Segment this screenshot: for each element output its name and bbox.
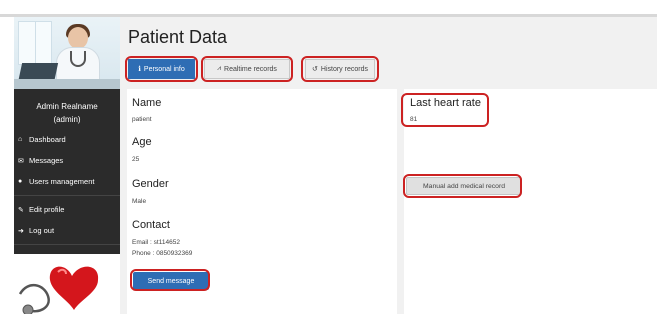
sidebar-nav: ⌂ Dashboard ✉ Messages ● Users managemen… xyxy=(14,129,120,248)
sidebar-item-log-out[interactable]: ➜ Log out xyxy=(14,220,120,241)
tab-label: History records xyxy=(320,65,368,73)
sidebar-item-dashboard[interactable]: ⌂ Dashboard xyxy=(14,129,120,150)
gender-value: Male xyxy=(132,198,147,205)
tab-personal-info[interactable]: ℹ Personal info xyxy=(128,59,195,79)
personal-info-panel: Name patient Age 25 Gender Male Contact … xyxy=(127,89,397,314)
doctor-photo xyxy=(14,17,120,89)
user-profile: Admin Realname (admin) xyxy=(14,100,120,126)
sidebar-item-label: Messages xyxy=(29,156,64,165)
phone-value: Phone : 0850932369 xyxy=(132,250,193,257)
age-value: 25 xyxy=(132,156,140,163)
name-value: patient xyxy=(132,116,152,123)
heart-rate-panel: Last heart rate 81 Manual add medical re… xyxy=(404,89,657,314)
info-icon: ℹ xyxy=(138,66,141,73)
users-icon: ● xyxy=(18,178,23,185)
sidebar-item-label: Dashboard xyxy=(29,135,66,144)
sidebar-item-edit-profile[interactable]: ✎ Edit profile xyxy=(14,199,120,220)
history-icon: ↺ xyxy=(312,66,318,73)
gender-label: Gender xyxy=(132,178,169,190)
user-name: Admin Realname xyxy=(36,102,98,111)
name-label: Name xyxy=(132,97,162,109)
last-heart-rate-label: Last heart rate xyxy=(410,97,481,109)
tab-history-records[interactable]: ↺ History records xyxy=(305,59,375,79)
sidebar-item-label: Log out xyxy=(29,226,55,235)
sidebar: Admin Realname (admin) ⌂ Dashboard ✉ Mes… xyxy=(14,17,120,314)
heart-stethoscope-image xyxy=(14,254,120,314)
wrench-icon: ✎ xyxy=(18,206,24,214)
home-icon: ⌂ xyxy=(18,136,23,143)
sidebar-divider xyxy=(14,244,120,245)
page-title: Patient Data xyxy=(128,27,228,47)
sidebar-item-label: Edit profile xyxy=(29,205,65,214)
line-chart-icon: ⩘ xyxy=(217,65,222,72)
manual-add-record-button[interactable]: Manual add medical record xyxy=(406,177,522,195)
user-role: (admin) xyxy=(53,115,81,124)
send-message-button[interactable]: Send message xyxy=(133,272,209,290)
last-heart-rate-value: 81 xyxy=(410,116,418,123)
sidebar-item-users-management[interactable]: ● Users management xyxy=(14,171,120,192)
main-content: Patient Data ℹ Personal info ⩘ Realtime … xyxy=(120,17,657,314)
sidebar-item-label: Users management xyxy=(29,177,95,186)
age-label: Age xyxy=(132,136,152,148)
email-value: Email : st114652 xyxy=(132,239,180,246)
logout-icon: ➜ xyxy=(18,227,24,235)
tab-label: Realtime records xyxy=(224,65,277,73)
tab-realtime-records[interactable]: ⩘ Realtime records xyxy=(204,59,290,79)
sidebar-item-messages[interactable]: ✉ Messages xyxy=(14,150,120,171)
contact-label: Contact xyxy=(132,219,170,231)
envelope-icon: ✉ xyxy=(18,157,24,165)
sidebar-divider xyxy=(14,195,120,196)
tab-label: Personal info xyxy=(143,65,185,73)
